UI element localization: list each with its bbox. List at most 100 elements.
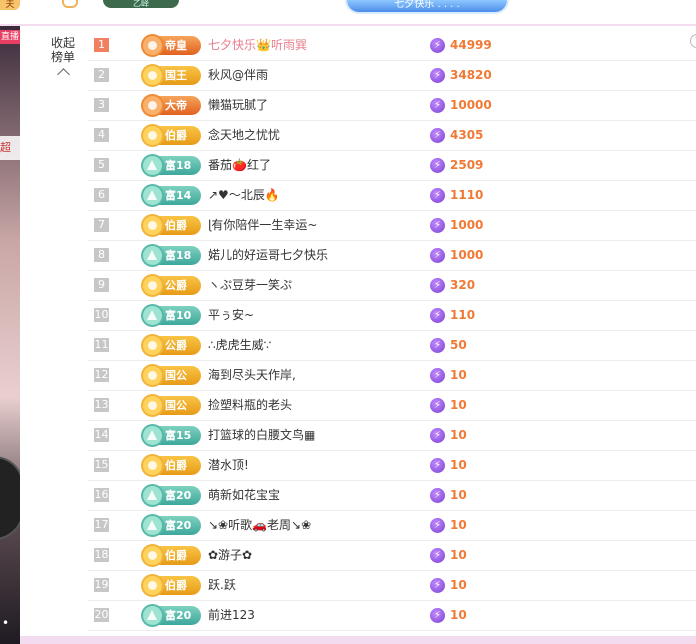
list-item[interactable]: 3 大帝 懒猫玩腻了 ⚡ 10000 bbox=[88, 91, 696, 121]
contribution-amount: 4305 bbox=[450, 128, 484, 142]
level-text: 公爵 bbox=[165, 339, 187, 352]
collapse-label: 收起榜单 bbox=[50, 36, 75, 64]
user-name[interactable]: 潜水顶! bbox=[208, 451, 249, 480]
rank-number: 13 bbox=[94, 398, 109, 412]
list-item[interactable]: 17 富20 ↘❀听歌🚗老周↘❀ ⚡ 10 bbox=[88, 511, 696, 541]
user-name[interactable]: 跃.跃 bbox=[208, 571, 236, 600]
user-name[interactable]: ɭ有你陪伴一生幸运~ bbox=[208, 211, 317, 240]
list-item[interactable]: 19 伯爵 跃.跃 ⚡ 10 bbox=[88, 571, 696, 601]
level-icon bbox=[143, 126, 162, 145]
rank-number: 12 bbox=[94, 368, 109, 382]
top-bar: 夫 乙峄 七夕快乐 . . . . bbox=[0, 0, 696, 24]
contribution-amount: 1000 bbox=[450, 218, 484, 232]
level-text: 富10 bbox=[165, 309, 192, 322]
list-item[interactable]: 15 伯爵 潜水顶! ⚡ 10 bbox=[88, 451, 696, 481]
live-tag: 直播 bbox=[0, 30, 20, 44]
rank-number: 20 bbox=[94, 608, 109, 622]
level-icon bbox=[143, 246, 162, 265]
level-icon bbox=[143, 606, 162, 625]
list-item[interactable]: 16 富20 萌新如花宝宝 ⚡ 10 bbox=[88, 481, 696, 511]
list-item[interactable]: 2 国王 秋风@伴雨 ⚡ 34820 bbox=[88, 61, 696, 91]
list-item[interactable]: 9 公爵 ヽぷ豆芽一笑ぷ ⚡ 320 bbox=[88, 271, 696, 301]
rank-number: 17 bbox=[94, 518, 109, 532]
level-icon bbox=[143, 426, 162, 445]
user-name[interactable]: ↘❀听歌🚗老周↘❀ bbox=[208, 511, 311, 540]
gift-icon: ⚡ bbox=[430, 128, 445, 143]
contribution-amount: 2509 bbox=[450, 158, 484, 172]
user-name[interactable]: 海到尽头天作岸, bbox=[208, 361, 296, 390]
contribution-amount: 1110 bbox=[450, 188, 484, 202]
gift-icon: ⚡ bbox=[430, 368, 445, 383]
gift-icon: ⚡ bbox=[430, 398, 445, 413]
level-badge: 伯爵 bbox=[143, 216, 201, 235]
level-badge: 富15 bbox=[143, 426, 201, 445]
contribution-amount: 10 bbox=[450, 608, 467, 622]
level-icon bbox=[143, 546, 162, 565]
contribution-amount: 1000 bbox=[450, 248, 484, 262]
ranking-list: 1 帝皇 七夕快乐👑听雨巽 ⚡ 44999 2 国王 秋风@伴雨 ⚡ 34820 3 大帝 懒猫玩腻了 ⚡… bbox=[88, 31, 696, 631]
list-item[interactable]: 12 国公 海到尽头天作岸, ⚡ 10 bbox=[88, 361, 696, 391]
rank-number: 16 bbox=[94, 488, 109, 502]
list-item[interactable]: 10 富10 平ぅ安~ ⚡ 110 bbox=[88, 301, 696, 331]
user-name[interactable]: 番茄🍅红了 bbox=[208, 151, 271, 180]
dot-icon: • bbox=[2, 616, 10, 630]
level-icon bbox=[143, 216, 162, 235]
user-name[interactable]: 秋风@伴雨 bbox=[208, 61, 268, 90]
contribution-amount: 50 bbox=[450, 338, 467, 352]
user-name[interactable]: 捡塑料瓶的老头 bbox=[208, 391, 292, 420]
contribution-amount: 110 bbox=[450, 308, 476, 322]
list-item[interactable]: 6 富14 ↗♥～北辰🔥 ⚡ 1110 bbox=[88, 181, 696, 211]
list-item[interactable]: 18 伯爵 ✿游子✿ ⚡ 10 bbox=[88, 541, 696, 571]
user-name[interactable]: 念天地之忧忧 bbox=[208, 121, 280, 150]
level-icon bbox=[143, 306, 162, 325]
list-item[interactable]: 1 帝皇 七夕快乐👑听雨巽 ⚡ 44999 bbox=[88, 31, 696, 61]
level-badge: 富18 bbox=[143, 156, 201, 175]
rank-number: 1 bbox=[94, 38, 109, 52]
user-name[interactable]: ∴虎虎生威∵ bbox=[208, 331, 271, 360]
user-name[interactable]: 萌新如花宝宝 bbox=[208, 481, 280, 510]
level-badge: 富10 bbox=[143, 306, 201, 325]
list-item[interactable]: 13 国公 捡塑料瓶的老头 ⚡ 10 bbox=[88, 391, 696, 421]
level-icon bbox=[143, 156, 162, 175]
rank-number: 3 bbox=[94, 98, 109, 112]
user-name[interactable]: ✿游子✿ bbox=[208, 541, 252, 570]
top-ring-icon bbox=[62, 0, 78, 8]
level-text: 伯爵 bbox=[165, 549, 187, 562]
list-item[interactable]: 7 伯爵 ɭ有你陪伴一生幸运~ ⚡ 1000 bbox=[88, 211, 696, 241]
contribution-amount: 10 bbox=[450, 458, 467, 472]
list-item[interactable]: 11 公爵 ∴虎虎生威∵ ⚡ 50 bbox=[88, 331, 696, 361]
user-name[interactable]: 平ぅ安~ bbox=[208, 301, 254, 330]
rank-number: 9 bbox=[94, 278, 109, 292]
user-name[interactable]: 打篮球的白腰文鸟▦ bbox=[208, 421, 315, 450]
collapse-ranking-button[interactable]: 收起榜单 bbox=[48, 36, 78, 81]
level-text: 富15 bbox=[165, 429, 192, 442]
level-icon bbox=[143, 576, 162, 595]
level-badge: 富20 bbox=[143, 516, 201, 535]
user-name[interactable]: ヽぷ豆芽一笑ぷ bbox=[208, 271, 292, 300]
user-name[interactable]: 婼儿的好运哥七夕快乐 bbox=[208, 241, 328, 270]
level-text: 伯爵 bbox=[165, 219, 187, 232]
gift-icon: ⚡ bbox=[430, 548, 445, 563]
ranking-panel: ? 收起榜单 1帝皇七夕快乐👑听雨巽⚡449992国王秋风@伴雨⚡348203大… bbox=[20, 26, 696, 636]
event-banner[interactable]: 七夕快乐 . . . . bbox=[345, 0, 509, 14]
list-item[interactable]: 8 富18 婼儿的好运哥七夕快乐 ⚡ 1000 bbox=[88, 241, 696, 271]
gift-icon: ⚡ bbox=[430, 218, 445, 233]
list-item[interactable]: 5 富18 番茄🍅红了 ⚡ 2509 bbox=[88, 151, 696, 181]
level-badge: 富14 bbox=[143, 186, 201, 205]
side-tag[interactable]: 超 bbox=[0, 136, 20, 160]
list-item[interactable]: 14 富15 打篮球的白腰文鸟▦ ⚡ 10 bbox=[88, 421, 696, 451]
gift-icon: ⚡ bbox=[430, 428, 445, 443]
user-name[interactable]: 七夕快乐👑听雨巽 bbox=[208, 31, 307, 60]
level-icon bbox=[143, 486, 162, 505]
level-badge: 国公 bbox=[143, 366, 201, 385]
level-badge: 公爵 bbox=[143, 336, 201, 355]
level-icon bbox=[143, 366, 162, 385]
list-item[interactable]: 20 富20 前进123 ⚡ 10 bbox=[88, 601, 696, 631]
list-item[interactable]: 4 伯爵 念天地之忧忧 ⚡ 4305 bbox=[88, 121, 696, 151]
user-name[interactable]: ↗♥～北辰🔥 bbox=[208, 181, 280, 210]
user-name[interactable]: 前进123 bbox=[208, 601, 255, 630]
gift-icon: ⚡ bbox=[430, 38, 445, 53]
rank-number: 19 bbox=[94, 578, 109, 592]
top-pill[interactable]: 乙峄 bbox=[103, 0, 179, 8]
user-name[interactable]: 懒猫玩腻了 bbox=[208, 91, 268, 120]
